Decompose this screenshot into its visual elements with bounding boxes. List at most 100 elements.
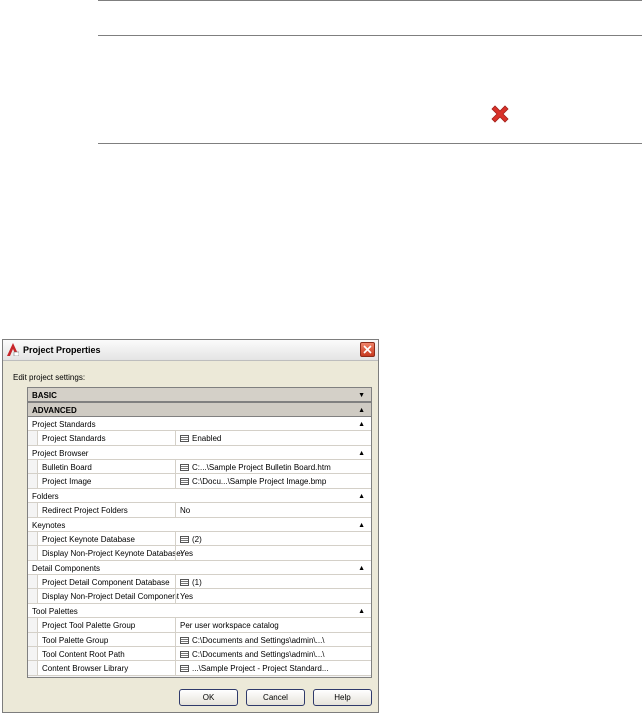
property-row[interactable]: Project Tool Palette Group Per user works… xyxy=(28,618,371,633)
dialog-title: Project Properties xyxy=(23,345,101,355)
title-bar[interactable]: Project Properties xyxy=(3,340,378,361)
collapse-arrow-icon[interactable]: ▲ xyxy=(358,522,365,529)
group-label: Detail Components xyxy=(32,563,101,573)
column-divider xyxy=(175,431,176,445)
row-gutter xyxy=(28,661,38,675)
list-icon[interactable] xyxy=(180,636,189,644)
group-row[interactable]: Detail Components ▲ xyxy=(28,560,371,576)
column-divider xyxy=(175,575,176,589)
property-row[interactable]: Project Keynote Database (2) xyxy=(28,531,371,547)
property-row[interactable]: Project Standards Enabled xyxy=(28,431,371,446)
property-value[interactable]: Per user workspace catalog xyxy=(180,621,370,630)
column-divider xyxy=(175,474,176,488)
property-row[interactable]: Redirect Project Folders No xyxy=(28,503,371,518)
property-value-text: (2) xyxy=(192,534,202,544)
group-label: Folders xyxy=(32,491,59,501)
property-row[interactable]: Project Detail Component Database (1) xyxy=(28,575,371,590)
property-value[interactable]: C:...\Sample Project Bulletin Board.htm xyxy=(180,463,370,472)
dialog-close-button[interactable] xyxy=(360,342,375,357)
bottom-rule xyxy=(98,143,642,144)
property-name: Project Tool Palette Group xyxy=(42,621,136,631)
property-value[interactable]: Yes xyxy=(180,592,370,601)
column-divider xyxy=(175,647,176,661)
property-grid: BASIC ▼ ADVANCED ▲ Project Standards ▲ Pro… xyxy=(27,387,372,678)
list-icon[interactable] xyxy=(180,478,189,486)
property-value[interactable]: Enabled xyxy=(180,434,370,443)
collapse-arrow-icon[interactable]: ▲ xyxy=(358,421,365,428)
collapse-arrow-icon[interactable]: ▲ xyxy=(358,450,365,457)
list-icon[interactable] xyxy=(180,435,189,443)
list-icon[interactable] xyxy=(180,463,189,471)
close-icon xyxy=(363,345,372,354)
property-row[interactable]: Project Image C:\Docu...\Sample Project I… xyxy=(28,474,371,489)
group-row[interactable]: Keynotes ▲ xyxy=(28,517,371,532)
column-divider xyxy=(175,546,176,560)
property-name: Redirect Project Folders xyxy=(42,506,128,516)
property-value-text: Yes xyxy=(180,592,194,602)
property-value-text: ...\Sample Project - Project Standard... xyxy=(192,664,329,674)
group-row[interactable]: Folders ▲ xyxy=(28,488,371,504)
property-value-text: C:\Documents and Settings\admin\...\ xyxy=(192,650,325,660)
property-value-text: Per user workspace catalog xyxy=(180,621,279,631)
property-row[interactable]: Display Non-Project Detail Component ...… xyxy=(28,589,371,604)
row-gutter xyxy=(28,546,38,560)
property-value-text: No xyxy=(180,506,191,516)
property-name: Tool Content Root Path xyxy=(42,650,125,660)
column-divider xyxy=(175,661,176,675)
column-divider xyxy=(175,618,176,632)
property-value[interactable]: C:\Documents and Settings\admin\...\ xyxy=(180,650,370,659)
group-row[interactable]: Project Standards ▲ xyxy=(28,416,371,432)
group-label: Keynotes xyxy=(32,520,66,530)
property-row[interactable]: Tool Palette Group C:\Documents and Setti… xyxy=(28,632,371,648)
property-value[interactable]: Yes xyxy=(180,549,370,558)
property-name: Bulletin Board xyxy=(42,462,92,472)
row-gutter xyxy=(28,589,38,603)
collapse-arrow-icon[interactable]: ▼ xyxy=(358,392,365,399)
top-rule xyxy=(98,0,642,1)
property-row[interactable]: Tool Content Root Path C:\Documents and S… xyxy=(28,647,371,662)
row-gutter xyxy=(28,474,38,488)
property-row[interactable]: Display Non-Project Keynote Databases Yes xyxy=(28,546,371,561)
category-basic[interactable]: BASIC ▼ xyxy=(28,388,371,403)
collapse-arrow-icon[interactable]: ▲ xyxy=(358,493,365,500)
list-icon[interactable] xyxy=(180,535,189,543)
property-value[interactable]: C:\Docu...\Sample Project Image.bmp xyxy=(180,477,370,486)
x-icon xyxy=(491,105,509,123)
property-value[interactable]: (1) xyxy=(180,578,370,587)
property-value[interactable]: ...\Sample Project - Project Standard... xyxy=(180,664,370,673)
property-value[interactable]: C:\Documents and Settings\admin\...\ xyxy=(180,636,370,645)
help-button[interactable]: Help xyxy=(313,689,372,706)
cancel-button[interactable]: Cancel xyxy=(246,689,305,706)
property-name: Display Non-Project Keynote Databases xyxy=(42,549,182,559)
column-divider xyxy=(175,531,176,546)
property-value-text: (1) xyxy=(192,578,202,588)
property-name: Project Image xyxy=(42,477,92,487)
collapse-arrow-icon[interactable]: ▲ xyxy=(358,608,365,615)
expand-arrow-icon[interactable]: ▲ xyxy=(358,407,365,414)
category-label: BASIC xyxy=(32,391,57,400)
list-icon[interactable] xyxy=(180,579,189,587)
group-row[interactable]: Project Browser ▲ xyxy=(28,445,371,460)
ok-button[interactable]: OK xyxy=(179,689,238,706)
list-icon[interactable] xyxy=(180,651,189,659)
category-advanced[interactable]: ADVANCED ▲ xyxy=(28,402,371,417)
property-name: Project Standards xyxy=(42,434,106,444)
property-value-text: C:\Documents and Settings\admin\...\ xyxy=(192,635,325,645)
collapse-arrow-icon[interactable]: ▲ xyxy=(358,565,365,572)
column-divider xyxy=(175,589,176,603)
row-gutter xyxy=(28,459,38,474)
group-label: Project Browser xyxy=(32,448,89,458)
property-row[interactable]: Bulletin Board C:...\Sample Project Bulle… xyxy=(28,459,371,475)
property-value-text: C:...\Sample Project Bulletin Board.htm xyxy=(192,462,331,472)
property-row[interactable]: Content Browser Library ...\Sample Projec… xyxy=(28,661,371,676)
property-value[interactable]: (2) xyxy=(180,535,370,544)
row-gutter xyxy=(28,431,38,445)
row-gutter xyxy=(28,618,38,632)
group-row[interactable]: Tool Palettes ▲ xyxy=(28,603,371,619)
property-value[interactable]: No xyxy=(180,506,370,515)
list-icon[interactable] xyxy=(180,665,189,673)
property-value-text: Enabled xyxy=(192,434,222,444)
property-value-text: C:\Docu...\Sample Project Image.bmp xyxy=(192,477,327,487)
property-value-text: Yes xyxy=(180,549,194,559)
property-name: Content Browser Library xyxy=(42,664,129,674)
